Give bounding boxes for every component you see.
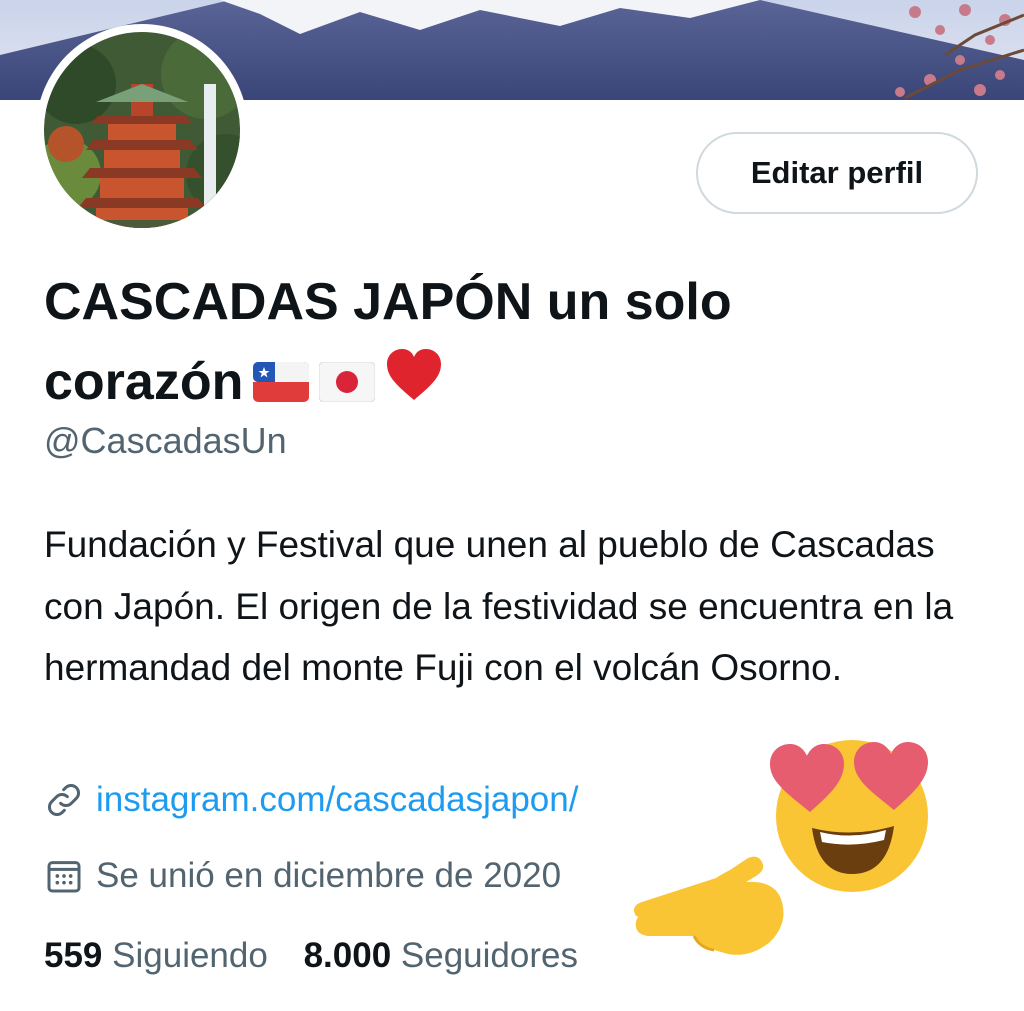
link-icon [47,783,81,817]
display-name: CASCADAS JAPÓN un solo corazón [44,262,944,425]
calendar-icon [47,861,81,893]
following-label: Siguiendo [112,936,268,975]
website-row: instagram.com/cascadasjapon/ [44,780,578,820]
profile-handle: @CascadasUn [44,420,287,461]
website-link[interactable]: instagram.com/cascadasjapon/ [96,780,578,820]
pointing-hand-emoji [630,850,790,965]
followers-label: Seguidores [400,936,578,975]
following-count: 559 [44,936,103,975]
followers-link[interactable]: 8.000 Seguidores [304,936,578,975]
chile-flag-icon [253,345,310,425]
japan-flag-icon [318,345,376,425]
profile-bio: Fundación y Festival que unen al pueblo … [44,524,954,688]
edit-profile-button[interactable]: Editar perfil [696,132,978,214]
joined-date: Se unió en diciembre de 2020 [96,856,562,895]
followers-count: 8.000 [303,936,392,975]
joined-row: Se unió en diciembre de 2020 [44,856,561,896]
profile-avatar[interactable] [36,24,248,236]
red-heart-icon [385,345,443,425]
following-link[interactable]: 559 Siguiendo [44,936,268,975]
follow-stats: 559 Siguiendo 8.000 Seguidores [44,936,604,976]
